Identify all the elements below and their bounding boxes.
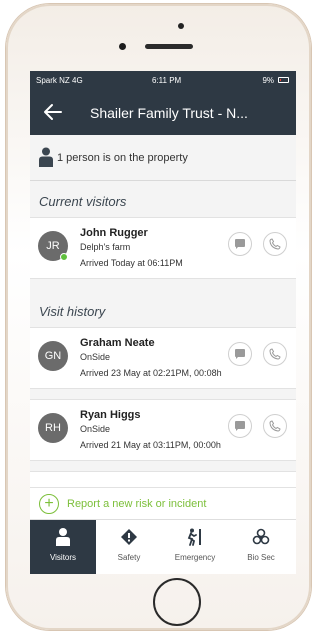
message-button[interactable]: [228, 232, 252, 256]
visitor-card-history[interactable]: GN Graham Neate OnSide Arrived 23 May at…: [30, 327, 296, 389]
camera-dot: [178, 23, 184, 29]
phone-icon: [269, 348, 281, 360]
tab-visitors[interactable]: Visitors: [30, 520, 96, 574]
call-button[interactable]: [263, 232, 287, 256]
tab-label: Visitors: [49, 553, 77, 562]
page-title: Shailer Family Trust - N...: [90, 105, 248, 121]
visitor-name: Graham Neate: [80, 337, 155, 349]
phone-icon: [269, 238, 281, 250]
carrier-label: Spark NZ 4G: [36, 76, 83, 85]
phone-icon: [269, 420, 281, 432]
message-icon: [235, 239, 245, 249]
message-button[interactable]: [228, 414, 252, 438]
running-exit-icon: [187, 528, 201, 546]
tab-label: Safety: [117, 553, 141, 562]
avatar: RH: [38, 413, 68, 443]
visitor-org: OnSide: [80, 352, 111, 362]
tab-emergency[interactable]: Emergency: [162, 520, 228, 574]
plus-icon: +: [39, 494, 59, 514]
current-visitors-heading: Current visitors: [39, 194, 127, 209]
person-icon: [56, 528, 70, 546]
status-time: 6:11 PM: [152, 76, 182, 85]
presence-banner: 1 person is on the property: [30, 135, 296, 181]
visitor-arrival: Arrived 23 May at 02:21PM, 00:08h: [80, 368, 222, 378]
person-icon: [39, 147, 53, 167]
visitor-card-current[interactable]: JR John Rugger Delph's farm Arrived Toda…: [30, 217, 296, 279]
visitor-org: Delph's farm: [80, 242, 131, 252]
visitor-arrival: Arrived Today at 06:11PM: [80, 258, 183, 268]
message-icon: [235, 421, 245, 431]
battery-percent: 9%: [262, 76, 274, 85]
tab-label: Emergency: [174, 553, 216, 562]
visitor-card-history[interactable]: RH Ryan Higgs OnSide Arrived 21 May at 0…: [30, 399, 296, 461]
visitor-org: OnSide: [80, 424, 111, 434]
visit-history-heading: Visit history: [39, 304, 106, 319]
diamond-warning-icon: [121, 529, 137, 545]
visitor-name: John Rugger: [80, 227, 148, 239]
nav-bar: Shailer Family Trust - N...: [30, 91, 296, 135]
tab-bar: Visitors Safety Emergency Bio Sec: [30, 519, 296, 574]
message-icon: [235, 349, 245, 359]
report-risk-label: Report a new risk or incident: [67, 498, 207, 510]
earpiece-speaker: [145, 44, 193, 49]
status-bar: Spark NZ 4G 6:11 PM 9%: [30, 71, 296, 91]
visitor-arrival: Arrived 21 May at 03:11PM, 00:00h: [80, 440, 221, 450]
biohazard-icon: [252, 528, 270, 545]
front-camera: [119, 43, 126, 50]
battery-icon: [278, 77, 289, 83]
report-risk-button[interactable]: + Report a new risk or incident: [30, 487, 296, 519]
call-button[interactable]: [263, 414, 287, 438]
app-screen: Spark NZ 4G 6:11 PM 9% Shailer Family Tr…: [30, 71, 296, 574]
visitor-name: Ryan Higgs: [80, 409, 141, 421]
tab-label: Bio Sec: [247, 553, 275, 562]
presence-text: 1 person is on the property: [57, 152, 188, 164]
message-button[interactable]: [228, 342, 252, 366]
tab-biosecurity[interactable]: Bio Sec: [228, 520, 294, 574]
tab-safety[interactable]: Safety: [96, 520, 162, 574]
home-button[interactable]: [153, 578, 201, 626]
back-arrow-icon[interactable]: [41, 100, 65, 124]
call-button[interactable]: [263, 342, 287, 366]
avatar: GN: [38, 341, 68, 371]
online-status-dot: [60, 253, 68, 261]
